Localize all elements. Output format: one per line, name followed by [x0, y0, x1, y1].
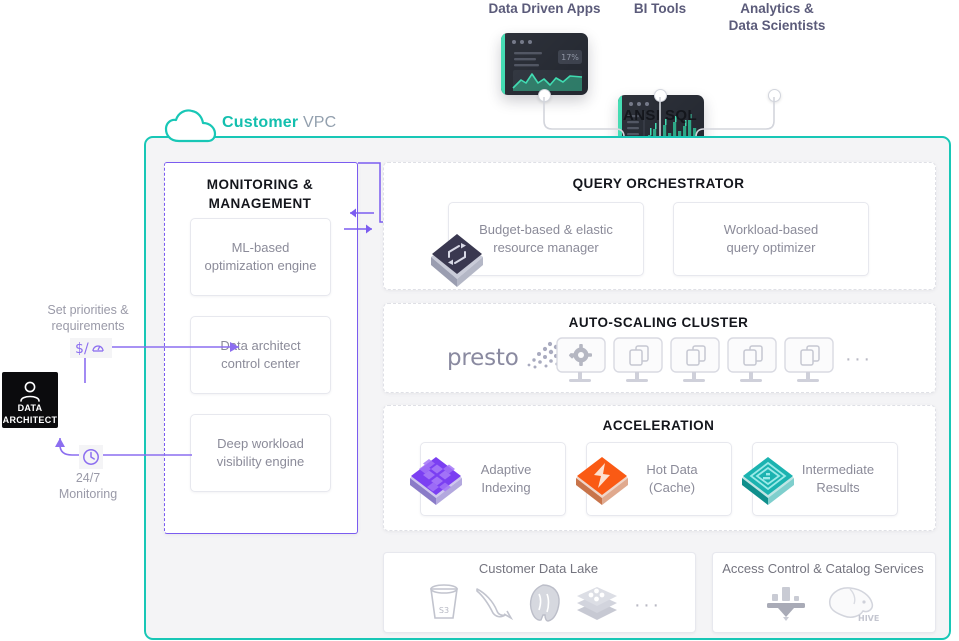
apache-ranger-icon — [760, 583, 816, 625]
protocol-label: ANSI SQL — [600, 107, 720, 124]
cost-performance-badge: $ / — [70, 338, 112, 358]
grid-chip-icon — [406, 450, 470, 508]
actor-role-line2: ARCHITECT — [3, 414, 58, 426]
cluster-node-worker[interactable] — [611, 336, 665, 384]
s3-bucket-icon: S3 — [423, 583, 465, 623]
access-control-title: Access Control & Catalog Services — [712, 561, 934, 576]
outbound-flow-label: 24/7 Monitoring — [18, 470, 158, 502]
consumer-label-analytics: Analytics & Data Scientists — [707, 0, 847, 34]
monitoring-title-line2: MANAGEMENT — [170, 194, 350, 213]
vpc-title-light: VPC — [303, 114, 337, 131]
card-ml-optimization-engine[interactable]: ML-based optimization engine — [190, 218, 331, 296]
query-orchestrator-title: QUERY ORCHESTRATOR — [383, 176, 934, 191]
presto-logo-wordmark: presto — [447, 345, 519, 371]
circuit-chip-icon — [738, 450, 802, 508]
inbound-flow-label: Set priorities & requirements — [18, 302, 158, 334]
mysql-dolphin-icon — [471, 583, 517, 623]
s3-label: S3 — [439, 606, 449, 615]
apache-hive-icon: HIVE — [820, 583, 882, 627]
cluster-more-ellipsis: ··· — [845, 349, 872, 369]
customer-data-lake-title: Customer Data Lake — [383, 561, 694, 576]
data-stack-icon — [573, 582, 621, 624]
data-lake-more-ellipsis: ··· — [634, 595, 661, 615]
svg-text:/: / — [84, 341, 89, 357]
cost-performance-icon: $ / — [71, 339, 111, 357]
acceleration-title: ACCELERATION — [383, 418, 934, 433]
lightning-chip-icon — [572, 450, 636, 508]
data-architect-actor: DATA ARCHITECT — [2, 372, 58, 428]
cluster-node-worker[interactable] — [668, 336, 722, 384]
sync-chip-icon — [425, 227, 495, 289]
hive-label: HIVE — [858, 614, 879, 623]
monitoring-panel-title: MONITORING & MANAGEMENT — [170, 175, 350, 213]
architecture-diagram: { "consumers": [ { "label": "Data Driven… — [0, 0, 959, 641]
cloud-icon — [163, 105, 223, 147]
monitoring-title-line1: MONITORING & — [170, 175, 350, 194]
svg-text:$: $ — [75, 341, 84, 357]
cluster-node-worker[interactable] — [782, 336, 836, 384]
vpc-title-strong: Customer — [222, 114, 298, 131]
auto-scaling-cluster-title: AUTO-SCALING CLUSTER — [383, 315, 934, 330]
consumer-label-bi: BI Tools — [600, 0, 720, 17]
clock-icon — [81, 447, 101, 467]
consumer-label-apps: Data Driven Apps — [476, 0, 613, 17]
cluster-node-gear[interactable] — [554, 336, 608, 384]
monitoring-clock-badge — [79, 445, 103, 469]
vpc-title: Customer VPC — [222, 114, 336, 132]
actor-role-line1: DATA — [18, 402, 43, 414]
consumer-screen-apps: 17% — [501, 33, 588, 95]
card-workload-query-optimizer[interactable]: Workload-based query optimizer — [673, 202, 869, 276]
postgresql-elephant-icon — [521, 582, 565, 624]
cluster-node-worker[interactable] — [725, 336, 779, 384]
person-icon — [18, 381, 42, 402]
